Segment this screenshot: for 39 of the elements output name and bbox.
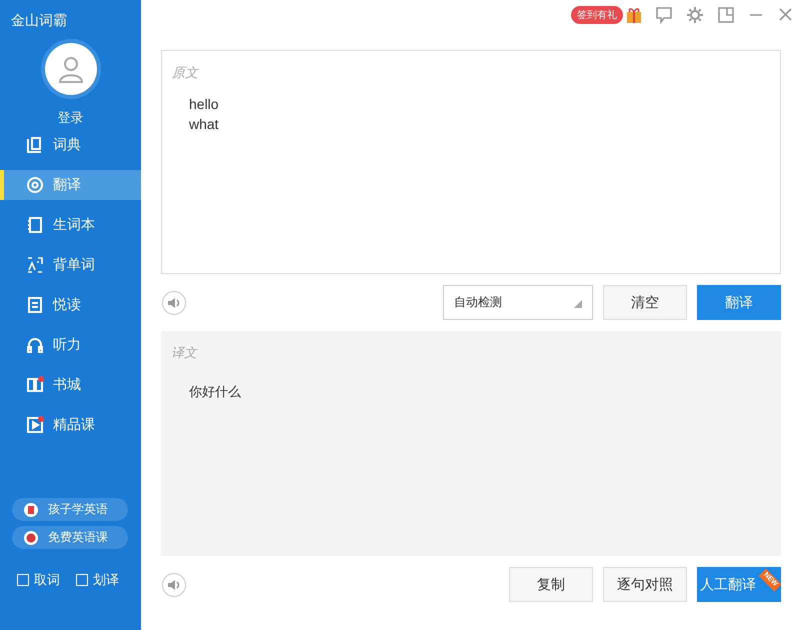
language-value: 自动检测 — [454, 294, 502, 311]
result-text: 你好什么 — [189, 383, 241, 401]
nav-item[interactable]: 翻译 — [0, 170, 141, 200]
source-text-line: hello — [189, 95, 219, 114]
nav-item[interactable]: 听力 — [0, 330, 141, 360]
gift-icon[interactable] — [626, 6, 642, 24]
app-title: 金山词霸 — [10, 11, 68, 30]
feedback-icon[interactable] — [655, 6, 673, 24]
source-text-area[interactable]: 原文 hello what — [161, 50, 781, 274]
checkin-badge[interactable]: 签到有礼 — [571, 6, 623, 24]
language-select[interactable]: 自动检测 — [443, 285, 593, 320]
settings-icon[interactable] — [686, 6, 704, 24]
mini-mode-icon[interactable] — [717, 6, 735, 24]
letter-badge-icon — [24, 530, 38, 544]
result-label: 译文 — [170, 344, 199, 362]
translate-button[interactable]: 翻译 — [697, 285, 781, 320]
promo-button[interactable]: 孩子学英语 — [12, 498, 128, 521]
speaker-button[interactable] — [162, 290, 186, 314]
option-checkbox[interactable]: 取词 — [17, 571, 60, 589]
nav-item[interactable]: 词典 — [0, 130, 141, 160]
source-label: 原文 — [171, 64, 200, 82]
nav-item[interactable]: 生词本 — [0, 210, 141, 240]
avatar-icon[interactable] — [44, 43, 96, 95]
speaker-icon — [168, 580, 180, 590]
nav-item[interactable]: 书城 — [0, 370, 141, 400]
nav-item[interactable]: 精品课 — [0, 410, 141, 440]
clear-button[interactable]: 清空 — [603, 285, 687, 320]
source-text-line: what — [189, 115, 219, 134]
copy-button[interactable]: 复制 — [509, 567, 593, 602]
nav-item[interactable]: 悦读 — [0, 290, 141, 320]
option-checkbox[interactable]: 划译 — [76, 571, 119, 589]
nav-item[interactable]: 背单词 — [0, 250, 141, 280]
login-link[interactable]: 登录 — [58, 109, 84, 126]
compare-button[interactable]: 逐句对照 — [603, 567, 687, 602]
speaker-icon — [168, 298, 180, 308]
speaker-button[interactable] — [162, 572, 186, 596]
dropdown-icon — [574, 300, 582, 308]
envelope-icon — [24, 502, 38, 516]
promo-button[interactable]: 免费英语课 — [12, 526, 128, 549]
